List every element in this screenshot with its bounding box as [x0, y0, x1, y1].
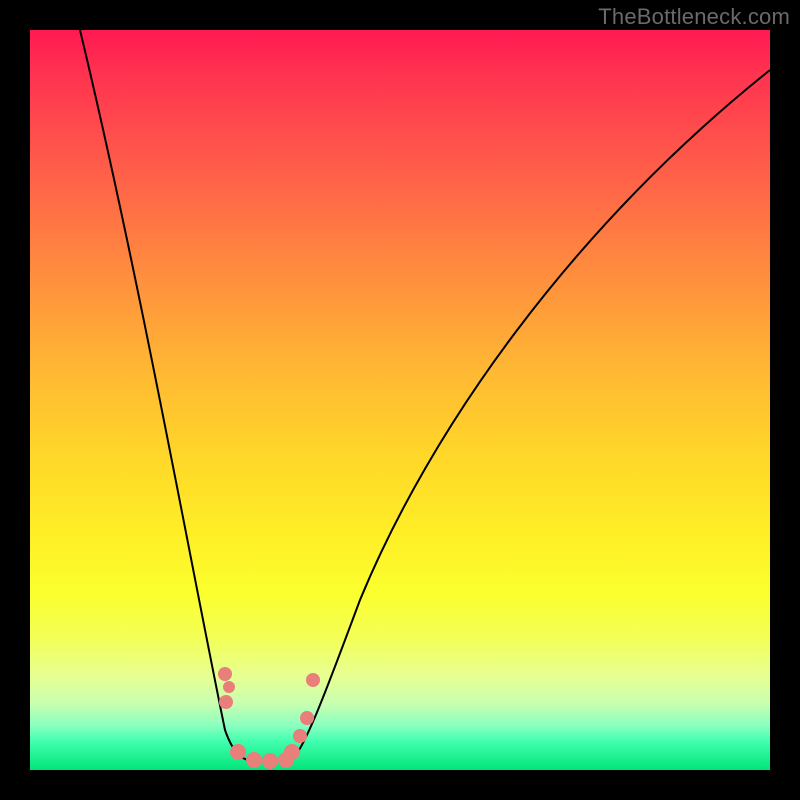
chart-svg — [30, 30, 770, 770]
chart-area — [30, 30, 770, 770]
marker-dot — [223, 681, 235, 693]
marker-dot — [219, 695, 233, 709]
marker-dot — [293, 729, 307, 743]
marker-dot — [306, 673, 320, 687]
watermark-text: TheBottleneck.com — [598, 4, 790, 30]
marker-dot — [246, 752, 262, 768]
marker-group — [218, 667, 320, 769]
marker-dot — [218, 667, 232, 681]
marker-dot — [284, 744, 300, 760]
marker-dot — [300, 711, 314, 725]
marker-dot — [230, 744, 246, 760]
right-curve — [290, 70, 770, 762]
left-curve — [80, 30, 260, 762]
marker-dot — [262, 753, 278, 769]
